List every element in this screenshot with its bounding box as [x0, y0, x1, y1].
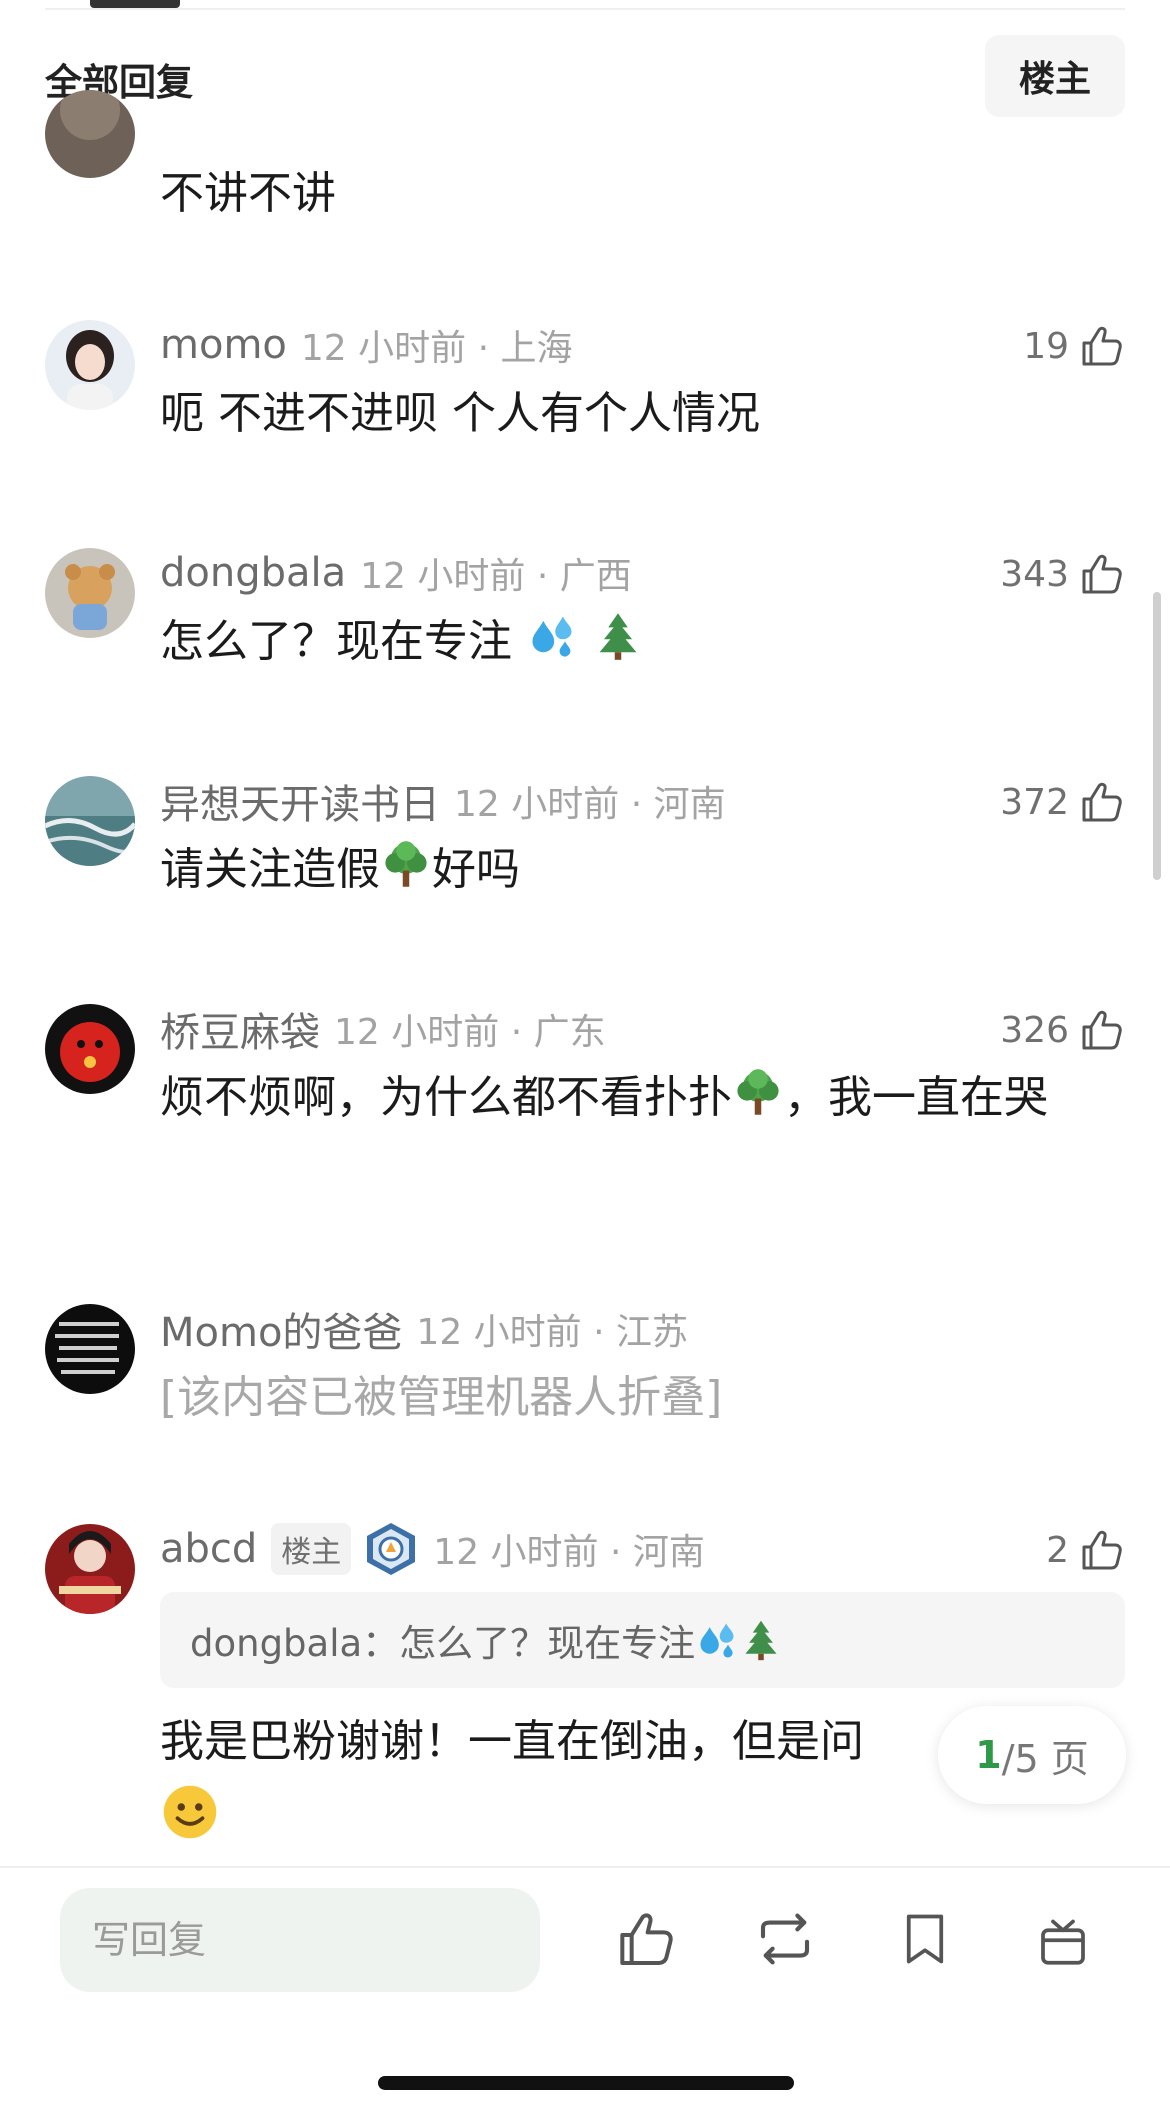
comment-text: 好吗	[432, 844, 520, 895]
comment-meta: dongbala 12 小时前 · 广西	[160, 548, 632, 598]
scrollbar[interactable]	[1153, 592, 1161, 880]
comment-text-row: 请关注造假 好吗	[160, 834, 1120, 906]
smiley-emoji	[160, 1782, 220, 1842]
tab-indicator	[90, 0, 180, 8]
username[interactable]: momo	[160, 322, 287, 368]
like-count: 2	[1046, 1529, 1069, 1571]
bookmark-icon	[906, 1914, 944, 1964]
avatar[interactable]	[45, 548, 135, 638]
repost-button[interactable]	[750, 1904, 820, 1974]
reply-input[interactable]	[60, 1888, 540, 1992]
comment-meta: Momo的爸爸 12 小时前 · 江苏	[160, 1304, 689, 1356]
like-button[interactable]: 372	[1000, 776, 1125, 828]
avatar[interactable]	[45, 90, 135, 178]
avatar[interactable]	[45, 776, 135, 866]
like-count: 19	[1023, 325, 1069, 367]
comment-text: 怎么了？现在专注	[160, 616, 512, 667]
time-location: 12 小时前 · 河南	[454, 784, 726, 825]
thumbs-up-icon	[1077, 778, 1125, 826]
like-count: 326	[1000, 1009, 1069, 1051]
like-count: 343	[1000, 553, 1069, 595]
tree-emoji	[380, 838, 432, 890]
thumbs-up-icon	[1077, 1526, 1125, 1574]
time-location: 12 小时前 · 广东	[334, 1012, 606, 1053]
op-filter-button[interactable]: 楼主	[985, 35, 1125, 117]
comment-text: 呃 不进不进呗 个人有个人情况	[160, 388, 760, 439]
avatar[interactable]	[45, 1524, 135, 1614]
comment-meta: 异想天开读书日 12 小时前 · 河南	[160, 776, 726, 828]
username[interactable]: 异想天开读书日	[160, 772, 440, 830]
like-post-button[interactable]	[610, 1904, 680, 1974]
divider	[45, 8, 1125, 10]
evergreen-tree-emoji	[592, 610, 644, 662]
avatar[interactable]	[45, 1304, 135, 1394]
quote-text: dongbala：怎么了？现在专注	[190, 1622, 696, 1665]
replies-header: 全部回复 楼主	[0, 30, 1170, 122]
folded-notice[interactable]: [该内容已被管理机器人折叠]	[160, 1362, 1120, 1434]
comment-text-row: 怎么了？现在专注	[160, 606, 1120, 678]
thumbs-up-icon	[1077, 1006, 1125, 1054]
comment-meta: momo 12 小时前 · 上海	[160, 320, 572, 370]
home-indicator	[378, 2076, 794, 2090]
current-page: 1	[975, 1733, 1002, 1777]
username[interactable]: Momo的爸爸	[160, 1300, 402, 1358]
like-button[interactable]: 343	[1000, 548, 1125, 600]
level-badge-icon	[367, 1523, 416, 1575]
tree-emoji	[732, 1066, 784, 1118]
comment-text: ，我一直在哭	[784, 1072, 1048, 1123]
bookmark-button[interactable]	[890, 1904, 960, 1974]
time-location: 12 小时前 · 上海	[300, 328, 573, 369]
page-total: /5 页	[1001, 1736, 1089, 1781]
gift-icon	[1041, 1919, 1085, 1965]
time-location: 12 小时前 · 河南	[433, 1532, 705, 1573]
time-location: 12 小时前 · 江苏	[416, 1312, 689, 1353]
op-tag: 楼主	[271, 1523, 352, 1575]
comment-meta: abcd 楼主 12 小时前 · 河南	[160, 1523, 705, 1575]
like-button[interactable]: 19	[1023, 320, 1125, 372]
avatar[interactable]	[45, 1004, 135, 1094]
avatar[interactable]	[45, 320, 135, 410]
comment-text-row: 烦不烦啊，为什么都不看扑扑 ，我一直在哭	[160, 1062, 1120, 1134]
like-button[interactable]: 326	[1000, 1004, 1125, 1056]
comment-meta: 桥豆麻袋 12 小时前 · 广东	[160, 1004, 606, 1056]
evergreen-tree-emoji	[739, 1618, 783, 1662]
repost-icon	[760, 1913, 810, 1965]
thumbs-up-icon	[1077, 550, 1125, 598]
username[interactable]: 桥豆麻袋	[160, 1000, 320, 1058]
comment-text: 不讲不讲	[160, 168, 336, 219]
gift-button[interactable]	[1028, 1904, 1098, 1974]
thumbs-up-icon	[1077, 322, 1125, 370]
like-button[interactable]: 2	[1046, 1524, 1125, 1576]
username[interactable]: abcd	[160, 1526, 257, 1572]
thumbs-up-icon	[613, 1907, 677, 1971]
quoted-reply[interactable]: dongbala：怎么了？现在专注	[160, 1592, 1125, 1688]
page-indicator[interactable]: 1/5 页	[938, 1706, 1126, 1804]
time-location: 12 小时前 · 广西	[360, 556, 632, 597]
username[interactable]: dongbala	[160, 550, 346, 596]
comment-text: 我是巴粉谢谢！一直在倒油，但是问	[160, 1716, 864, 1767]
droplets-emoji	[526, 610, 578, 662]
comment-text: 请关注造假	[160, 844, 380, 895]
droplets-emoji	[695, 1618, 739, 1662]
like-count: 372	[1000, 781, 1069, 823]
comment-text: 烦不烦啊，为什么都不看扑扑	[160, 1072, 732, 1123]
